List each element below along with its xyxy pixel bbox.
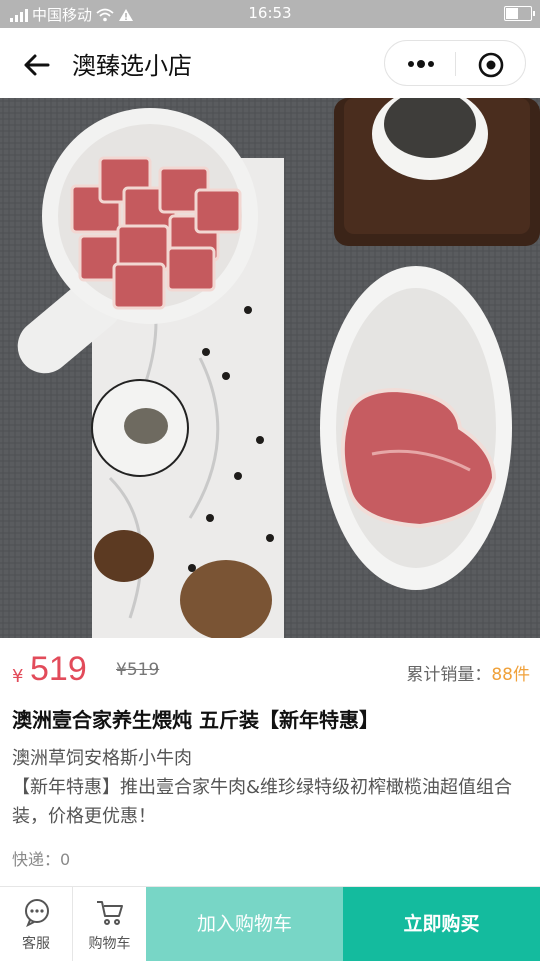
page-title: 澳臻选小店 xyxy=(72,52,192,80)
current-price: 519 xyxy=(30,650,87,688)
customer-service-button[interactable]: 客服 xyxy=(0,887,73,961)
sales-unit: 件 xyxy=(513,665,530,685)
more-icon[interactable] xyxy=(403,53,439,75)
sales-label: 累计销量： xyxy=(406,665,492,685)
product-title: 澳洲壹合家养生煨炖 五斤装【新年特惠】 xyxy=(12,708,379,732)
add-to-cart-button[interactable]: 加入购物车 xyxy=(146,887,343,961)
product-description: 澳洲草饲安格斯小牛肉 【新年特惠】推出壹合家牛肉&维珍绿特级初榨橄榄油超值组合装… xyxy=(12,744,528,831)
battery-icon xyxy=(504,6,535,21)
price-row: ¥ 519 ¥519 累计销量：88件 xyxy=(12,650,530,690)
description-line-2: 【新年特惠】推出壹合家牛肉&维珍绿特级初榨橄榄油超值组合装，价格更优惠！ xyxy=(12,777,513,827)
buy-now-button[interactable]: 立即购买 xyxy=(343,887,540,961)
description-line-1: 澳洲草饲安格斯小牛肉 xyxy=(12,748,192,769)
capsule-divider xyxy=(455,52,456,76)
back-arrow-icon[interactable] xyxy=(20,48,54,82)
currency-symbol: ¥ xyxy=(12,666,24,687)
product-image[interactable] xyxy=(0,98,540,638)
close-mini-program-icon[interactable] xyxy=(477,51,505,79)
status-bar: 中国移动 16:53 xyxy=(0,0,540,28)
shipping-fee: 快递：0 xyxy=(12,850,71,869)
bottom-action-bar: 客服 购物车 加入购物车 立即购买 xyxy=(0,886,540,961)
chat-icon xyxy=(25,899,49,927)
original-price: ¥519 xyxy=(116,660,160,680)
sales-count: 累计销量：88件 xyxy=(406,660,530,685)
cart-label: 购物车 xyxy=(88,936,131,952)
clock: 16:53 xyxy=(248,4,292,22)
product-photo-illustration xyxy=(0,98,540,638)
cart-button[interactable]: 购物车 xyxy=(73,887,146,961)
navigation-bar: 澳臻选小店 xyxy=(0,28,540,98)
mini-program-capsule xyxy=(384,40,526,86)
sales-number: 88 xyxy=(491,665,513,685)
customer-service-label: 客服 xyxy=(22,936,50,952)
cart-icon xyxy=(97,901,123,925)
